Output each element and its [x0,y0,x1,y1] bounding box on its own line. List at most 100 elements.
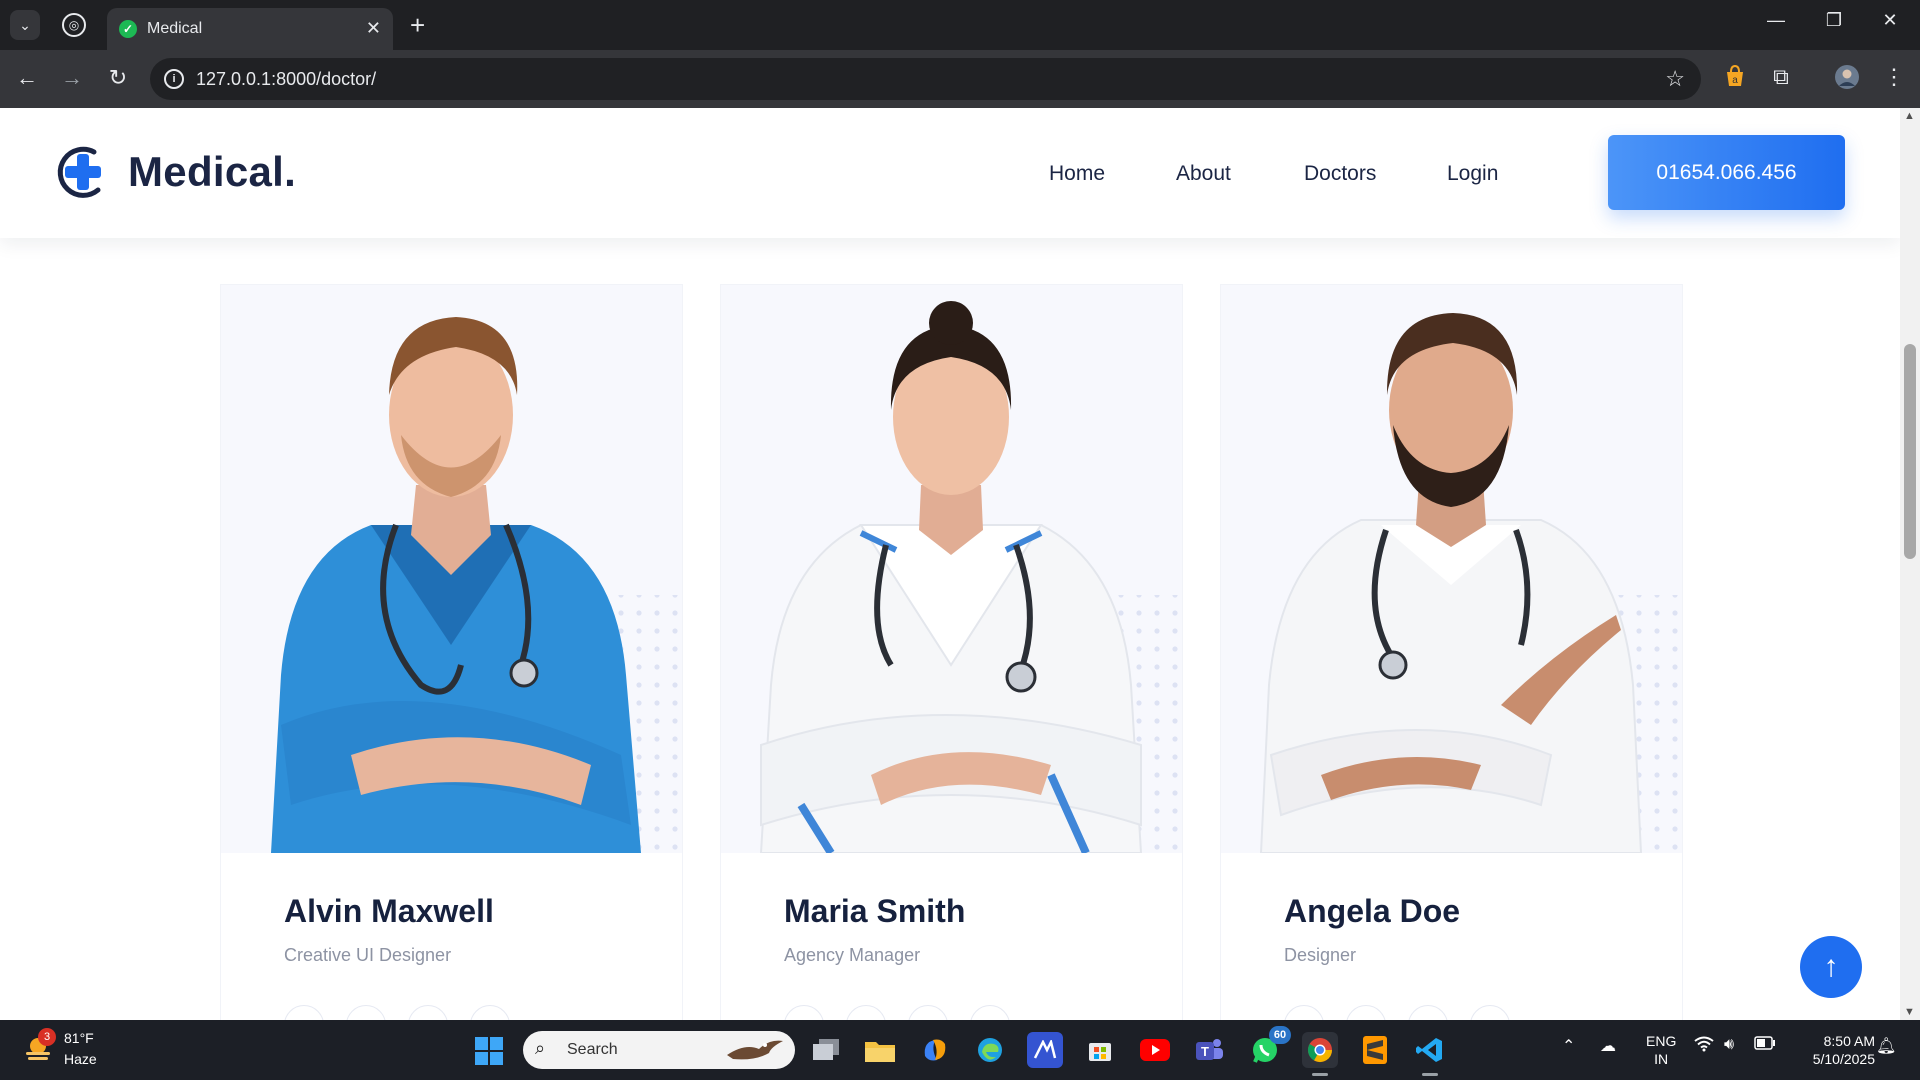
linkedin-icon[interactable] [470,1005,510,1020]
social-links [784,1005,1010,1020]
linkedin-icon[interactable] [1470,1005,1510,1020]
nav-doctors[interactable]: Doctors [1304,162,1376,186]
linkedin-icon[interactable] [970,1005,1010,1020]
scroll-down-arrow-icon[interactable]: ▼ [1904,1006,1915,1018]
system-clock[interactable]: 8:50 AM 5/10/2025 [1795,1032,1875,1068]
windows-taskbar: 3 81°F Haze ⌕ Search T 60 ⌃ ☁ ENG IN 🔊︎ … [0,1020,1920,1080]
phone-button[interactable]: 01654.066.456 [1608,135,1845,210]
vscode-icon[interactable] [1412,1032,1448,1076]
site-header: Medical. Home About Doctors Login 01654.… [0,108,1900,238]
doctor-photo [221,285,682,853]
instagram-icon[interactable] [908,1005,948,1020]
minimize-button[interactable]: — [1756,10,1796,31]
instagram-icon[interactable] [1408,1005,1448,1020]
weather-condition[interactable]: Haze [64,1051,97,1067]
facebook-icon[interactable] [1284,1005,1324,1020]
sublime-text-icon[interactable] [1357,1032,1393,1068]
battery-icon[interactable] [1754,1036,1776,1055]
social-links [284,1005,510,1020]
doctor-role: Creative UI Designer [284,945,452,965]
doctor-name[interactable]: Maria Smith [784,893,965,930]
reload-icon[interactable]: ↻ [103,65,133,91]
social-links [1284,1005,1510,1020]
tab-close-icon[interactable]: ✕ [366,18,381,39]
doctor-role: Designer [1284,945,1357,965]
nav-login[interactable]: Login [1447,162,1498,186]
onedrive-cloud-icon[interactable]: ☁ [1600,1036,1616,1056]
doctor-name[interactable]: Alvin Maxwell [284,893,494,930]
clock-time: 8:50 AM [1823,1033,1875,1049]
twitter-icon[interactable] [346,1005,386,1020]
arrow-up-icon: ↑ [1823,950,1839,983]
facebook-icon[interactable] [284,1005,324,1020]
extensions-puzzle-icon[interactable]: ⧉ [1766,64,1796,90]
restore-button[interactable]: ❐ [1814,10,1854,31]
edge-browser-icon[interactable] [972,1032,1008,1068]
nav-home[interactable]: Home [1049,162,1105,186]
twitter-icon[interactable] [1346,1005,1386,1020]
volume-icon[interactable]: 🔊︎ [1724,1036,1734,1054]
tab-title: Medical [147,20,203,37]
page-scrollbar[interactable]: ▲ ▼ [1900,108,1920,1020]
show-hidden-icons-chevron-icon[interactable]: ⌃ [1562,1036,1575,1056]
vpn-app-icon[interactable] [1027,1032,1063,1068]
profile-avatar-icon[interactable] [1832,64,1862,96]
doctor-photo [721,285,1182,853]
notification-bell-icon[interactable]: 🔔︎ [1876,1036,1896,1056]
honey-extension-icon[interactable]: a [1720,64,1750,94]
scroll-up-arrow-icon[interactable]: ▲ [1904,110,1915,122]
doctor-name[interactable]: Angela Doe [1284,893,1460,930]
scroll-to-top-button[interactable]: ↑ [1800,936,1862,998]
wifi-icon[interactable] [1694,1036,1714,1057]
nav-about[interactable]: About [1176,162,1231,186]
region-code: IN [1654,1051,1669,1067]
youtube-icon[interactable] [1137,1032,1173,1068]
twitter-icon[interactable] [846,1005,886,1020]
svg-text:a: a [1732,75,1738,86]
microsoft-store-icon[interactable] [1082,1032,1118,1068]
file-explorer-icon[interactable] [862,1032,898,1068]
browser-toolbar: ← → ↻ i 127.0.0.1:8000/doctor/ ☆ a ⧉ ⋮ [0,50,1920,108]
instagram-icon[interactable] [408,1005,448,1020]
chrome-menu-icon[interactable]: ⋮ [1879,64,1909,90]
url-text[interactable]: 127.0.0.1:8000/doctor/ [196,69,376,90]
doctor-card[interactable]: Alvin Maxwell Creative UI Designer [220,284,683,1020]
clock-date: 5/10/2025 [1812,1051,1875,1067]
new-tab-button[interactable]: + [410,10,425,40]
back-icon[interactable]: ← [12,65,42,91]
weather-temperature[interactable]: 81°F [64,1030,94,1046]
medical-cross-logo-icon[interactable] [54,144,110,200]
tab-search-dropdown-icon[interactable]: ⌄ [10,10,40,40]
task-view-icon[interactable] [808,1032,844,1068]
doctor-card[interactable]: Angela Doe Designer [1220,284,1683,1020]
windows-start-icon[interactable] [475,1037,503,1065]
web-page: Medical. Home About Doctors Login 01654.… [0,108,1900,1020]
forward-icon[interactable]: → [57,65,87,91]
facebook-icon[interactable] [784,1005,824,1020]
whatsapp-icon[interactable]: 60 [1247,1026,1291,1068]
running-app-indicator [1422,1073,1438,1076]
address-bar[interactable]: i 127.0.0.1:8000/doctor/ ☆ [150,58,1701,100]
chatgpt-icon[interactable]: ◎ [62,13,86,37]
browser-tab-active[interactable]: ✓ Medical ✕ [107,8,393,50]
whatsapp-unread-badge: 60 [1269,1026,1291,1044]
svg-text:T: T [1201,1044,1209,1059]
site-logo-text[interactable]: Medical. [128,148,296,196]
doctor-role: Agency Manager [784,945,921,965]
site-info-icon[interactable]: i [164,69,184,89]
browser-tab-bar: ⌄ ◎ ✓ Medical ✕ + — ❐ ✕ [0,0,1920,50]
teams-icon[interactable]: T [1192,1032,1228,1068]
taskbar-search[interactable]: ⌕ Search [523,1031,795,1069]
doctor-card[interactable]: Maria Smith Agency Manager [720,284,1183,1020]
scrollbar-thumb[interactable] [1904,344,1916,559]
language-indicator[interactable]: ENG IN [1646,1032,1676,1068]
bookmark-star-icon[interactable]: ☆ [1665,66,1685,92]
chrome-icon[interactable] [1302,1032,1338,1076]
search-label: Search [567,1041,618,1058]
window-close-button[interactable]: ✕ [1870,10,1910,31]
copilot-icon[interactable] [917,1032,953,1068]
language-code: ENG [1646,1033,1677,1049]
active-app-indicator [1312,1073,1328,1076]
doctor-photo [1221,285,1682,853]
search-icon: ⌕ [535,1038,546,1058]
